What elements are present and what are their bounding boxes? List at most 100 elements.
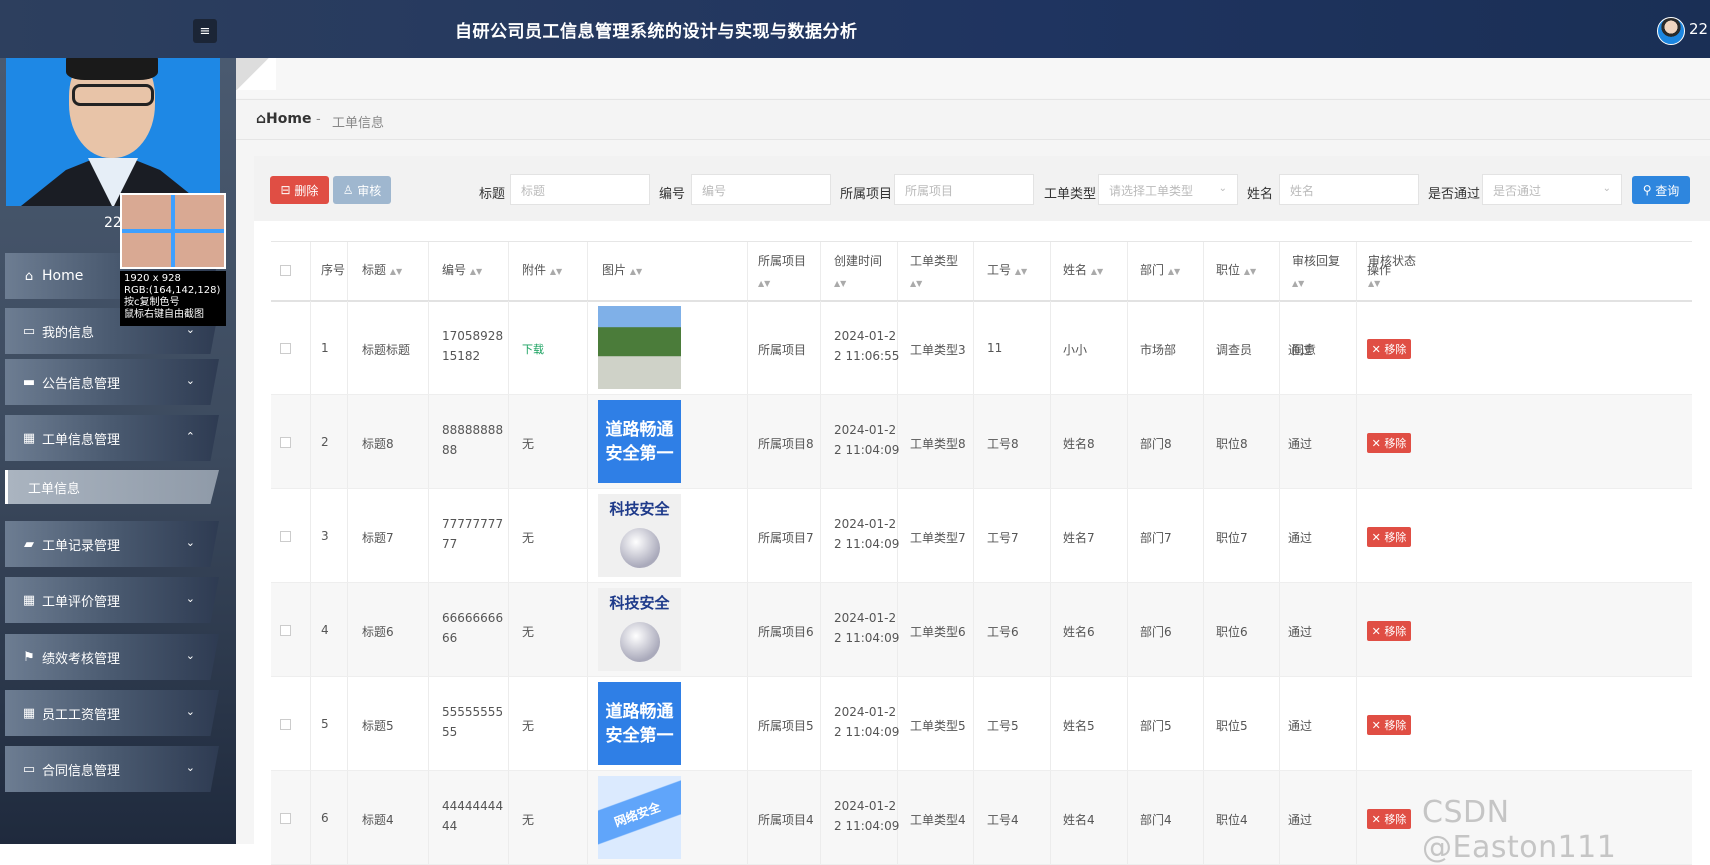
user-icon: ♙ [342,183,358,197]
passed-select[interactable]: 是否通过 ⌄ [1482,174,1622,205]
remove-button[interactable]: ✕ 移除 [1367,715,1411,735]
header-reply[interactable]: 审核回复 ▲▼ [1292,251,1340,294]
cell-created-line2: 2 11:04:09 [834,537,900,551]
grid-icon: ▦ [22,592,36,608]
list-icon: ≡ [199,23,211,39]
sidebar-item-label: 员工工资管理 [42,707,121,723]
picker-size: 1920 x 928 [124,273,181,284]
header-attachment[interactable]: 附件 ▲▼ [522,260,562,282]
cell-post: 职位6 [1216,625,1248,639]
sidebar-item-notice[interactable]: ▬ 公告信息管理 ⌄ [5,359,219,405]
close-icon: ✕ [1371,342,1385,356]
cell-title: 标题标题 [362,343,411,357]
remove-button[interactable]: ✕ 移除 [1367,433,1411,453]
header-post[interactable]: 职位 ▲▼ [1216,260,1256,282]
grid-icon: ▦ [22,430,36,446]
cell-code-line1: 44444444 [442,799,504,813]
row-thumbnail-image[interactable]: 道路畅通 安全第一 [598,400,681,483]
cell-type: 工单类型6 [910,625,966,639]
select-all-checkbox[interactable] [280,265,291,276]
cell-created-line1: 2024-01-2 [834,705,897,719]
cell-project: 所属项目7 [758,531,814,545]
cell-project: 所属项目5 [758,719,814,733]
table-row: 4 标题6 66666666 66 无科技安全 所属项目6 2024-01-2 2 11:04… [271,583,1692,677]
top-username[interactable]: 22 [1689,20,1708,38]
cell-post: 职位7 [1216,531,1248,545]
row-thumbnail-image[interactable]: 道路畅通 安全第一 [598,682,681,765]
remove-button[interactable]: ✕ 移除 [1367,809,1411,829]
sidebar-item-label: 我的信息 [42,325,95,341]
cell-name: 姓名6 [1063,625,1095,639]
sidebar-item-performance[interactable]: ⚑ 绩效考核管理 ⌄ [5,634,219,680]
sidebar-item-label: 合同信息管理 [42,763,121,779]
cell-code-line2: 88 [442,443,458,457]
sidebar-item-label: 工单评价管理 [42,594,121,610]
header-created[interactable]: 创建时间 ▲▼ [834,251,882,294]
row-checkbox[interactable] [280,719,291,730]
code-input[interactable]: 编号 [691,174,831,205]
chevron-up-icon: ⌃ [185,430,195,443]
cell-type: 工单类型3 [910,343,966,357]
row-checkbox[interactable] [280,813,291,824]
header-project[interactable]: 所属项目 ▲▼ [758,251,806,294]
cell-attachment: 无 [522,813,535,827]
sidebar-item-workorder[interactable]: ▦ 工单信息管理 ⌃ [5,415,219,461]
row-thumbnail-image[interactable]: 科技安全 [598,588,681,671]
download-link[interactable]: 下载 [522,341,544,357]
row-checkbox[interactable] [280,343,291,354]
row-thumbnail-image[interactable] [598,306,681,389]
row-thumbnail-image[interactable]: 科技安全 [598,494,681,577]
sidebar-item-label: 绩效考核管理 [42,651,121,667]
remove-button[interactable]: ✕ 移除 [1367,339,1411,359]
header-title[interactable]: 标题 ▲▼ [362,260,402,282]
name-input[interactable]: 姓名 [1279,174,1419,205]
cell-project: 所属项目8 [758,437,814,451]
tab-strip [236,58,1710,98]
row-checkbox[interactable] [280,437,291,448]
sidebar-item-label: Home [42,268,84,284]
breadcrumb-home[interactable]: ⌂Home [256,111,311,127]
sidebar-item-workorder-eval[interactable]: ▦ 工单评价管理 ⌄ [5,577,219,623]
close-icon: ✕ [1371,624,1385,638]
cell-created-line1: 2024-01-2 [834,799,897,813]
cell-empno: 工号6 [987,625,1019,639]
image-text: 科技安全 [609,500,670,518]
header-code[interactable]: 编号 ▲▼ [442,260,482,282]
cell-empno: 11 [987,341,1003,355]
close-icon: ✕ [1371,812,1385,826]
row-thumbnail-image[interactable]: 网络安全 [598,776,681,859]
cell-project: 所属项目6 [758,625,814,639]
cell-attachment: 无 [522,719,535,733]
header-type[interactable]: 工单类型 ▲▼ [910,251,958,294]
header-dept[interactable]: 部门 ▲▼ [1140,260,1180,282]
sidebar-item-workorder-info[interactable]: 工单信息 [5,470,219,504]
query-button[interactable]: ⚲ 查询 [1632,176,1690,204]
header-image[interactable]: 图片 ▲▼ [602,260,642,282]
avatar[interactable] [1657,17,1685,45]
filter-label-title: 标题 [479,187,506,202]
audit-button[interactable]: ♙ 审核 [333,176,391,204]
breadcrumb-separator: - [316,112,321,127]
cell-name: 姓名8 [1063,437,1095,451]
remove-button[interactable]: ✕ 移除 [1367,621,1411,641]
chevron-down-icon: ⌄ [185,705,195,718]
image-text: 道路畅通 安全第一 [605,419,674,464]
menu-toggle-button[interactable]: ≡ [193,19,217,43]
trash-icon: ⊟ [280,183,295,197]
cell-post: 职位4 [1216,813,1248,827]
remove-button[interactable]: ✕ 移除 [1367,527,1411,547]
delete-button[interactable]: ⊟ 删除 [270,176,329,204]
sidebar-item-workorder-record[interactable]: ▰ 工单记录管理 ⌄ [5,521,219,567]
row-checkbox[interactable] [280,625,291,636]
title-input[interactable]: 标题 [510,174,650,205]
sidebar-item-salary[interactable]: ▦ 员工工资管理 ⌄ [5,690,219,736]
sidebar-item-contract[interactable]: ▭ 合同信息管理 ⌄ [5,746,219,792]
type-select[interactable]: 请选择工单类型 ⌄ [1098,174,1238,205]
cell-code-line1: 77777777 [442,517,504,531]
project-input[interactable]: 所属项目 [894,174,1034,205]
header-name[interactable]: 姓名 ▲▼ [1063,260,1103,282]
header-empno[interactable]: 工号 ▲▼ [987,260,1027,282]
row-checkbox[interactable] [280,531,291,542]
picker-rgb: RGB:(164,142,128) [124,285,221,296]
close-icon: ✕ [1371,436,1385,450]
